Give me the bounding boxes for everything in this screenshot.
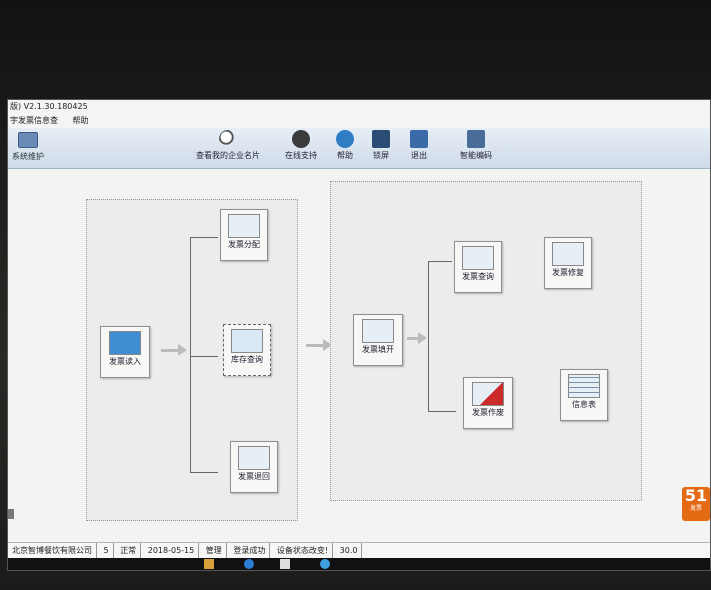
status-bar: 北京智博餐饮有限公司 5 正常 2018-05-15 管理 登录成功 设备状态改… [8, 542, 710, 559]
invoice-void-button[interactable]: 发票作废 [463, 377, 513, 429]
status-device: 设备状态改变! [273, 543, 334, 559]
support-person-icon [292, 130, 310, 148]
help-icon [336, 130, 354, 148]
info-table-label: 信息表 [572, 400, 596, 409]
invoice-repair-icon [552, 242, 584, 266]
status-role: 管理 [202, 543, 227, 559]
exit-label: 退出 [411, 151, 427, 160]
magnifier-icon [219, 130, 237, 148]
status-state: 正常 [116, 543, 142, 559]
online-support-label: 在线支持 [285, 151, 317, 160]
application-window: 版) V2.1.30.180425 宇发票信息查 帮助 系统维护 查看我的企业名… [8, 100, 710, 570]
invoice-read-button[interactable]: 发票读入 [100, 326, 150, 378]
branch-connector [428, 261, 429, 411]
invoice-allocate-button[interactable]: 发票分配 [220, 209, 268, 261]
invoice-allocate-label: 发票分配 [228, 240, 260, 249]
side-handle[interactable] [8, 509, 14, 519]
status-date: 2018-05-15 [144, 543, 200, 559]
inventory-search-icon [231, 329, 263, 353]
menu-bar: 宇发票信息查 帮助 [8, 114, 710, 128]
status-company: 北京智博餐饮有限公司 [8, 543, 97, 559]
invoice-void-label: 发票作废 [472, 408, 504, 417]
invoice-return-label: 发票退回 [238, 472, 270, 481]
invoice-issue-label: 发票填开 [362, 345, 394, 354]
lock-screen-icon [372, 130, 390, 148]
invoice-repair-label: 发票修复 [552, 268, 584, 277]
store-icon[interactable] [280, 559, 290, 569]
invoice-void-icon [472, 382, 504, 406]
folder-icon[interactable] [204, 559, 214, 569]
flow-arrow-head [178, 344, 187, 356]
inventory-query-button[interactable]: 库存查询 [223, 324, 271, 376]
company-card-label: 查看我的企业名片 [196, 151, 260, 160]
company-card-button[interactable]: 查看我的企业名片 [196, 130, 260, 161]
status-number: 5 [100, 543, 114, 559]
smart-code-icon [467, 130, 485, 148]
invoice-return-button[interactable]: 发票退回 [230, 441, 278, 493]
system-maintenance-label: 系统维护 [12, 152, 44, 161]
lock-screen-label: 锁屏 [373, 151, 389, 160]
branch-connector [428, 411, 456, 412]
promo-badge[interactable]: 51 发票 [682, 487, 710, 521]
app-icon[interactable] [320, 559, 330, 569]
invoice-allocate-icon [228, 214, 260, 238]
table-icon [568, 374, 600, 398]
system-maintenance-icon [18, 132, 38, 148]
exit-button[interactable]: 退出 [410, 130, 428, 161]
invoice-return-icon [238, 446, 270, 470]
smart-code-button[interactable]: 智能编码 [460, 130, 492, 161]
invoice-query-label: 发票查询 [462, 272, 494, 281]
badge-text: 发票 [689, 505, 702, 512]
flow-arrow-head [418, 332, 427, 344]
branch-connector [190, 472, 218, 473]
help-label: 帮助 [337, 151, 353, 160]
info-table-button[interactable]: 信息表 [560, 369, 608, 421]
status-login: 登录成功 [229, 543, 271, 559]
main-toolbar: 系统维护 查看我的企业名片 在线支持 帮助 锁屏 退出 智能编码 [8, 128, 710, 169]
invoice-query-button[interactable]: 发票查询 [454, 241, 502, 293]
branch-connector [190, 237, 218, 238]
invoice-repair-button[interactable]: 发票修复 [544, 237, 592, 289]
branch-connector [190, 356, 218, 357]
lock-screen-button[interactable]: 锁屏 [372, 130, 390, 161]
badge-number: 51 [684, 486, 708, 505]
branch-connector [190, 237, 191, 472]
exit-arrow-icon [410, 130, 428, 148]
smart-code-label: 智能编码 [460, 151, 492, 160]
help-button[interactable]: 帮助 [336, 130, 354, 161]
menu-item-help[interactable]: 帮助 [73, 116, 89, 125]
invoice-write-icon [362, 319, 394, 343]
invoice-search-icon [462, 246, 494, 270]
browser-icon[interactable] [244, 559, 254, 569]
usb-read-icon [109, 331, 141, 355]
system-maintenance-button[interactable]: 系统维护 [12, 132, 72, 166]
flow-arrow [161, 349, 179, 352]
inventory-query-label: 库存查询 [231, 355, 263, 364]
menu-item-invoice-query[interactable]: 宇发票信息查 [10, 116, 58, 125]
branch-connector [428, 261, 452, 262]
invoice-issue-button[interactable]: 发票填开 [353, 314, 403, 366]
window-title: 版) V2.1.30.180425 [8, 100, 710, 114]
workflow-canvas: 发票读入 发票分配 库存查询 发票退回 发票填开 发票查询 发票作废 发票修复 … [8, 169, 710, 541]
online-support-button[interactable]: 在线支持 [285, 130, 317, 161]
os-taskbar [8, 558, 710, 570]
invoice-read-label: 发票读入 [109, 357, 141, 366]
flow-arrow [306, 344, 324, 347]
status-version: 30.0 [336, 543, 363, 559]
